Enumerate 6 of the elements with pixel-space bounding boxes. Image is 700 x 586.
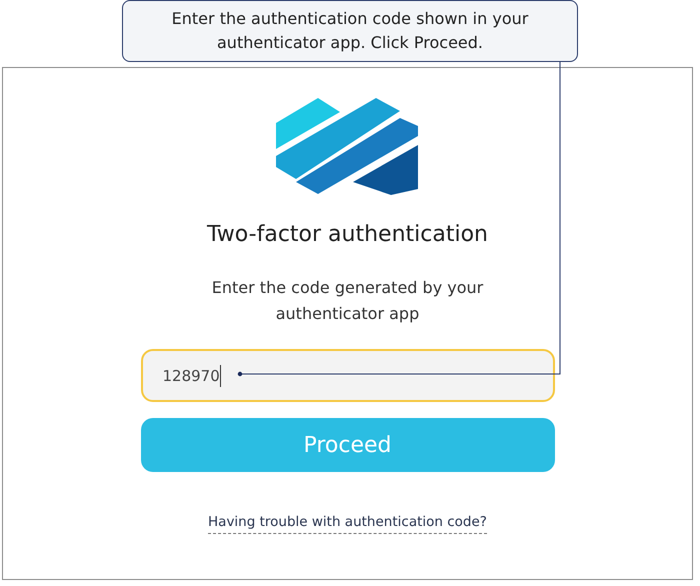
callout-text: Enter the authentication code shown in your authenticator app. Click Proceed. [122,0,578,62]
code-field[interactable]: 128970 [140,349,554,402]
logo-icon [276,98,419,196]
help-link[interactable]: Having trouble with authentication code? [208,514,487,534]
instruction-text: Enter the code generated by your authenticator app [210,277,484,325]
page-title: Two-factor authentication [207,222,488,247]
